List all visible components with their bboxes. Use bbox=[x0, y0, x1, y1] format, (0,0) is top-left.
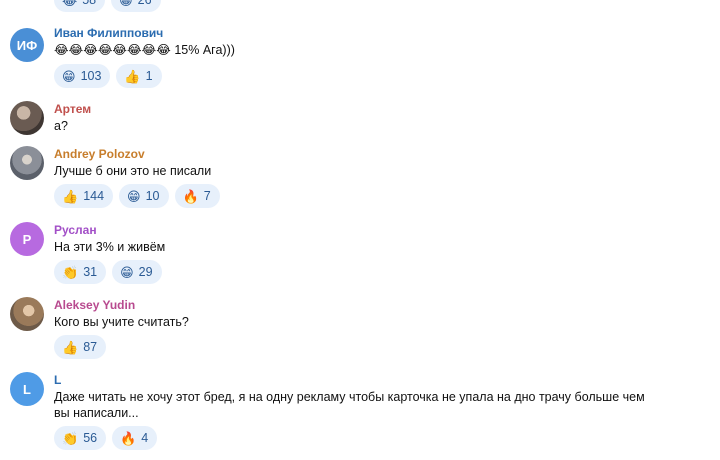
comment-text: На эти 3% и живём bbox=[54, 240, 166, 254]
thumbs-up-icon: 👍 bbox=[62, 188, 79, 204]
comment-author[interactable]: Иван Филиппович bbox=[54, 26, 163, 40]
clapping-hands-icon: 👏 bbox=[62, 264, 79, 280]
reaction-button[interactable]: 👍 1 bbox=[116, 64, 162, 88]
reaction-count: 26 bbox=[137, 0, 152, 7]
reaction-count: 58 bbox=[82, 0, 97, 7]
fire-icon: 🔥 bbox=[182, 188, 199, 204]
thumbs-up-icon: 👍 bbox=[62, 339, 79, 355]
grinning-emoji-icon: 😁 bbox=[62, 68, 76, 84]
reaction-button[interactable]: 😂 58 bbox=[54, 0, 106, 12]
avatar[interactable] bbox=[10, 297, 44, 331]
comment-text: Лучше б они это не писали bbox=[54, 164, 212, 178]
reaction-count: 1 bbox=[145, 69, 153, 83]
comment-author[interactable]: Andrey Polozov bbox=[54, 147, 145, 161]
reaction-count: 10 bbox=[145, 189, 160, 203]
comment-text: Кого вы учите считать? bbox=[54, 315, 189, 329]
laughing-emoji-icon: 😂 bbox=[62, 0, 78, 8]
reactions-bar: 👍 87 bbox=[54, 335, 107, 359]
reactions-bar: 👍 144 😁 10 🔥 7 bbox=[54, 184, 220, 208]
avatar[interactable] bbox=[10, 101, 44, 135]
avatar[interactable]: Р bbox=[10, 222, 44, 256]
laughing-emoji-icon: 😂😂😂😂😂😂😂😂 bbox=[54, 43, 171, 57]
grinning-emoji-icon: 😁 bbox=[127, 188, 141, 204]
comment-author[interactable]: L bbox=[54, 373, 61, 387]
reaction-count: 7 bbox=[203, 189, 211, 203]
reaction-count: 87 bbox=[83, 340, 98, 354]
comment-author[interactable]: Артем bbox=[54, 102, 91, 116]
reaction-button[interactable]: 👍 87 bbox=[54, 335, 107, 359]
reaction-button[interactable]: 👍 144 bbox=[54, 184, 114, 208]
avatar[interactable]: L bbox=[10, 372, 44, 406]
grinning-emoji-icon: 😁 bbox=[119, 0, 133, 8]
reaction-button[interactable]: 🔥 7 bbox=[174, 184, 220, 208]
reaction-button[interactable]: 😁 29 bbox=[112, 260, 162, 284]
grinning-emoji-icon: 😁 bbox=[120, 264, 134, 280]
comment-text-line: Даже читать не хочу этот бред, я на одну… bbox=[54, 390, 645, 404]
fire-icon: 🔥 bbox=[120, 430, 137, 446]
reaction-button[interactable]: 😁 103 bbox=[54, 64, 111, 88]
thumbs-up-icon: 👍 bbox=[124, 68, 141, 84]
avatar[interactable] bbox=[10, 146, 44, 180]
avatar[interactable]: ИФ bbox=[10, 28, 44, 62]
clapping-hands-icon: 👏 bbox=[62, 430, 79, 446]
reaction-count: 144 bbox=[83, 189, 105, 203]
reaction-button[interactable]: 👏 31 bbox=[54, 260, 107, 284]
comment-text: а? bbox=[54, 119, 68, 133]
comment-author[interactable]: Aleksey Yudin bbox=[54, 298, 135, 312]
reaction-count: 29 bbox=[138, 265, 153, 279]
reaction-count: 56 bbox=[83, 431, 98, 445]
reactions-bar: 😂 58 😁 26 bbox=[54, 0, 161, 12]
reaction-count: 31 bbox=[83, 265, 98, 279]
comment-text-body: 15% Ага))) bbox=[174, 43, 235, 57]
reaction-count: 103 bbox=[80, 69, 102, 83]
reaction-count: 4 bbox=[141, 431, 149, 445]
reaction-button[interactable]: 😁 26 bbox=[111, 0, 161, 12]
reactions-bar: 👏 31 😁 29 bbox=[54, 260, 162, 284]
reaction-button[interactable]: 👏 56 bbox=[54, 426, 107, 450]
reactions-bar: 😁 103 👍 1 bbox=[54, 64, 162, 88]
comment-text: 😂😂😂😂😂😂😂😂 15% Ага))) bbox=[54, 42, 235, 58]
reaction-button[interactable]: 🔥 4 bbox=[112, 426, 158, 450]
reaction-button[interactable]: 😁 10 bbox=[119, 184, 169, 208]
comment-author[interactable]: Руслан bbox=[54, 223, 97, 237]
comment-text-line: вы написали... bbox=[54, 406, 139, 420]
reactions-bar: 👏 56 🔥 4 bbox=[54, 426, 158, 450]
